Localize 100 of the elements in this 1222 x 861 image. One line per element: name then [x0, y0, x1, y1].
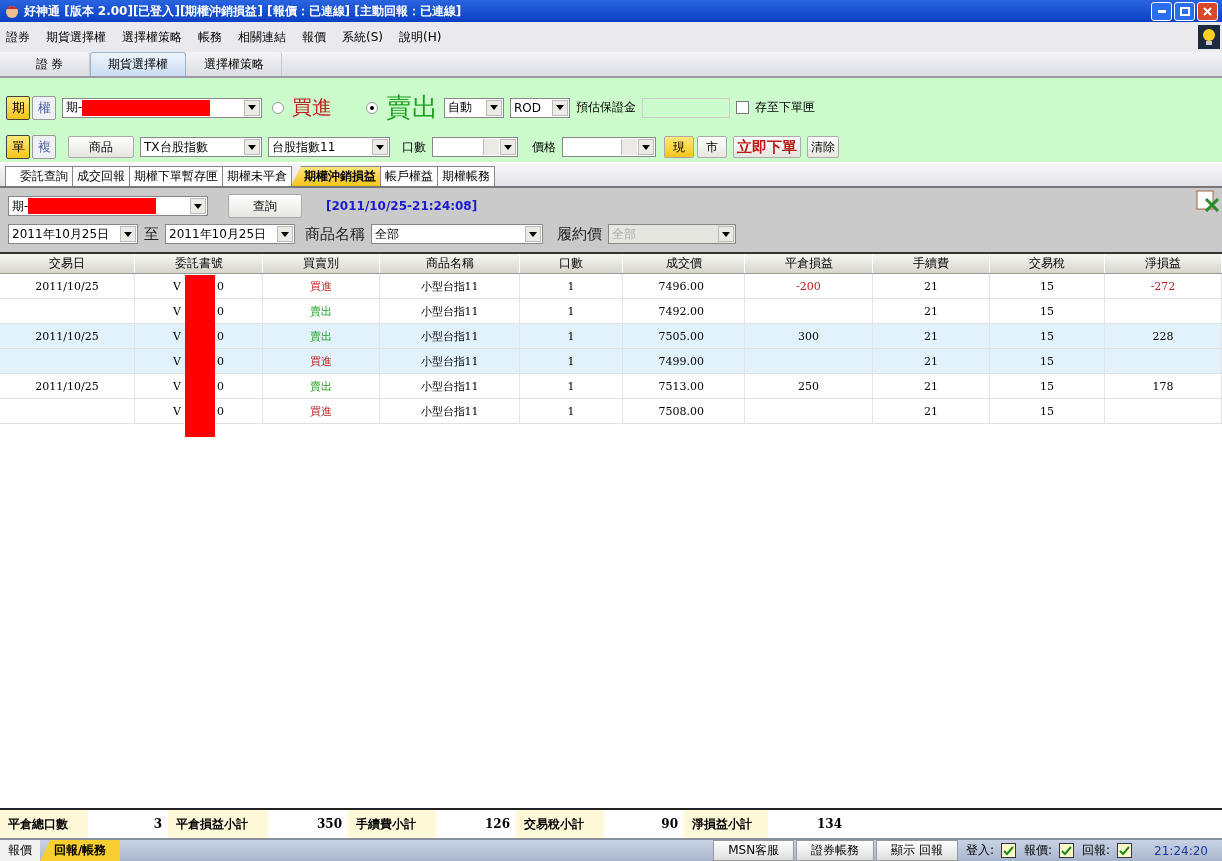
- table-cell: 178: [1105, 374, 1222, 398]
- table-cell: 賣出: [263, 299, 380, 323]
- table-cell: 7505.00: [623, 324, 745, 348]
- table-cell: -272: [1105, 274, 1222, 298]
- product-button[interactable]: 商品: [68, 136, 134, 158]
- menu-item[interactable]: 相關連結: [238, 28, 286, 46]
- table-cell: 15: [990, 349, 1105, 373]
- menu-item[interactable]: 證券: [6, 28, 30, 46]
- strike-label: 履約價: [557, 224, 602, 244]
- column-header[interactable]: 平倉損益: [745, 254, 873, 273]
- price-type-button[interactable]: 現: [664, 136, 694, 158]
- tab[interactable]: 報價: [0, 840, 40, 861]
- caret-icon: [124, 231, 132, 237]
- column-header[interactable]: 交易日: [0, 254, 135, 273]
- checkbox[interactable]: [736, 101, 749, 114]
- lightbulb-icon[interactable]: [1198, 25, 1220, 49]
- maximize-button[interactable]: [1174, 1, 1195, 21]
- summary-label: 淨損益小計: [684, 810, 768, 838]
- price-type-button[interactable]: 市: [697, 136, 727, 158]
- radio-button[interactable]: [366, 101, 378, 114]
- date-to-dropdown[interactable]: 2011年10月25日: [165, 224, 295, 244]
- tab[interactable]: 回報/帳務: [40, 840, 121, 861]
- tab[interactable]: 期權未平倉: [222, 166, 292, 186]
- table-cell: 21: [873, 299, 990, 323]
- tab[interactable]: 期貨選擇權: [90, 52, 186, 76]
- submit-order-button[interactable]: 立即下單: [733, 136, 801, 158]
- table-row[interactable]: V 0 賣出 小型台指11 1 7492.00 21 15: [0, 299, 1222, 324]
- product-dropdown[interactable]: 全部: [371, 224, 543, 244]
- date-from-dropdown[interactable]: 2011年10月25日: [8, 224, 138, 244]
- column-header[interactable]: 手續費: [873, 254, 990, 273]
- column-header[interactable]: 成交價: [623, 254, 745, 273]
- table-cell: 小型台指11: [380, 399, 520, 423]
- table-row[interactable]: 2011/10/25 V 0 買進 小型台指11 1 7496.00 -200 21 15 -272: [0, 274, 1222, 299]
- table-row[interactable]: 2011/10/25 V 0 賣出 小型台指11 1 7513.00 250 21 15 178: [0, 374, 1222, 399]
- account-dropdown[interactable]: 期-: [8, 196, 208, 216]
- excel-export-icon[interactable]: [1196, 190, 1220, 212]
- tab[interactable]: 期權下單暫存匣: [129, 166, 223, 186]
- column-header[interactable]: 交易稅: [990, 254, 1105, 273]
- menu-item[interactable]: 帳務: [198, 28, 222, 46]
- status-button[interactable]: MSN客服: [713, 840, 795, 861]
- menu-item[interactable]: 選擇權策略: [122, 28, 182, 46]
- table-row[interactable]: V 0 買進 小型台指11 1 7508.00 21 15: [0, 399, 1222, 424]
- minimize-button[interactable]: [1151, 1, 1172, 21]
- column-header[interactable]: 淨損益: [1105, 254, 1222, 273]
- toggle-button[interactable]: 單: [6, 135, 30, 159]
- indicator-label: 登入:: [965, 842, 994, 859]
- minimize-icon: [1157, 9, 1166, 13]
- menu-item[interactable]: 期貨選擇權: [46, 28, 106, 46]
- toggle-button[interactable]: 複: [32, 135, 56, 159]
- table-cell: 15: [990, 274, 1105, 298]
- margin-label: 預估保證金: [576, 99, 636, 116]
- table-cell: 小型台指11: [380, 274, 520, 298]
- caret-icon: [722, 231, 730, 237]
- tab[interactable]: 選擇權策略: [186, 52, 282, 76]
- price-field[interactable]: [562, 137, 656, 157]
- contract-dropdown[interactable]: 台股指數11: [268, 137, 390, 157]
- column-header[interactable]: 口數: [520, 254, 623, 273]
- app-logo-icon: [4, 3, 20, 19]
- quantity-label: 口數: [402, 138, 426, 156]
- query-button[interactable]: 查詢: [228, 194, 302, 218]
- menu-item[interactable]: 說明(H): [399, 28, 442, 46]
- status-button[interactable]: 顯示 回報: [876, 840, 958, 861]
- close-button[interactable]: [1197, 1, 1218, 21]
- tab[interactable]: 帳戶權益: [380, 166, 438, 186]
- radio-button[interactable]: [272, 101, 284, 114]
- table-cell: 21: [873, 324, 990, 348]
- caret-icon: [504, 144, 512, 150]
- order-type-dropdown[interactable]: ROD: [510, 97, 570, 118]
- toggle-button[interactable]: 期: [6, 95, 30, 120]
- tab[interactable]: 成交回報: [72, 166, 130, 186]
- tab[interactable]: 委託查詢: [5, 166, 73, 186]
- table-row[interactable]: V 0 買進 小型台指11 1 7499.00 21 15: [0, 349, 1222, 374]
- table-cell: 1: [520, 299, 623, 323]
- quantity-field[interactable]: [432, 137, 518, 157]
- table-cell: 賣出: [263, 374, 380, 398]
- toggle-button[interactable]: 權: [32, 95, 56, 120]
- tab[interactable]: 期權帳務: [437, 166, 495, 186]
- product-dropdown[interactable]: TX台股指數: [140, 137, 262, 157]
- column-header[interactable]: 委託書號: [135, 254, 263, 273]
- menu-item[interactable]: 系統(S): [342, 28, 383, 46]
- column-header[interactable]: 買賣別: [263, 254, 380, 273]
- checkbox-label: 存至下單匣: [755, 99, 815, 116]
- account-dropdown[interactable]: 期-: [62, 97, 262, 118]
- summary-label: 平倉總口數: [0, 810, 88, 838]
- product-name-label: 商品名稱: [305, 224, 365, 244]
- table-cell: 小型台指11: [380, 299, 520, 323]
- table-cell: 小型台指11: [380, 324, 520, 348]
- table-cell: 2011/10/25: [0, 324, 135, 348]
- to-label: 至: [144, 224, 159, 244]
- column-header[interactable]: 商品名稱: [380, 254, 520, 273]
- condition-dropdown[interactable]: 自動: [444, 97, 504, 118]
- summary-value: 90: [660, 816, 679, 833]
- side-label: 買進: [292, 94, 332, 121]
- menu-item[interactable]: 報價: [302, 28, 326, 46]
- table-row[interactable]: 2011/10/25 V 0 賣出 小型台指11 1 7505.00 300 21 15 228: [0, 324, 1222, 349]
- status-button[interactable]: 證券帳務: [796, 840, 875, 861]
- table-cell: 21: [873, 349, 990, 373]
- tab[interactable]: 期權沖銷損益: [291, 166, 381, 186]
- clear-button[interactable]: 清除: [807, 136, 839, 158]
- caret-icon: [642, 144, 650, 150]
